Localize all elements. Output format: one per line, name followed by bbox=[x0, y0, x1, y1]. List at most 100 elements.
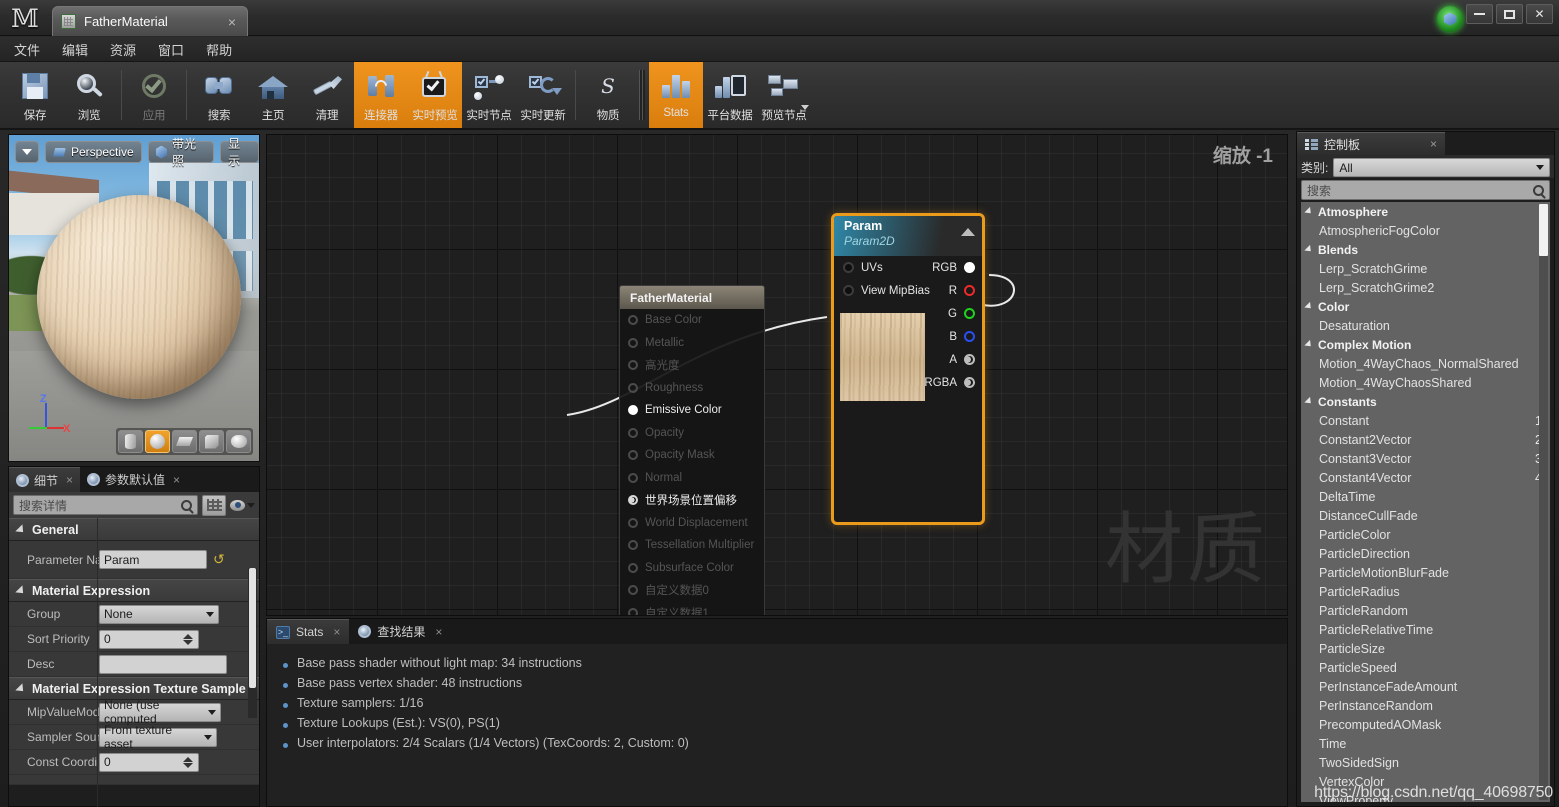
toolbar-home-button[interactable]: 主页 bbox=[246, 62, 300, 128]
close-icon[interactable]: × bbox=[333, 625, 340, 639]
shape-teapot-button[interactable] bbox=[226, 430, 251, 453]
tab-close-icon[interactable]: × bbox=[225, 14, 239, 30]
palette-item[interactable]: ParticleDirection bbox=[1301, 544, 1550, 563]
menu-item-file[interactable]: 文件 bbox=[14, 40, 40, 59]
tab-palette[interactable]: 控制板 × bbox=[1297, 132, 1445, 155]
toolbar-substance-button[interactable]: S 物质 bbox=[581, 62, 635, 128]
palette-item[interactable]: TwoSidedSign bbox=[1301, 753, 1550, 772]
constcoordinate-input[interactable]: 0 bbox=[99, 753, 199, 772]
toolbar-search-button[interactable]: 搜索 bbox=[192, 62, 246, 128]
palette-item[interactable]: ParticleRadius bbox=[1301, 582, 1550, 601]
pin-world-displacement[interactable]: World Displacement bbox=[620, 512, 764, 535]
parameter-name-input[interactable]: Param bbox=[99, 550, 207, 569]
toolbar-live-update-button[interactable]: 实时更新 bbox=[516, 62, 570, 128]
preview-mesh-sphere[interactable] bbox=[37, 195, 241, 399]
pin-base-color[interactable]: Base Color bbox=[620, 309, 764, 332]
palette-search-input[interactable]: 搜索 bbox=[1301, 180, 1550, 200]
palette-item[interactable]: Time bbox=[1301, 734, 1550, 753]
details-grid-view-button[interactable] bbox=[202, 495, 226, 516]
section-header-general[interactable]: General bbox=[9, 518, 259, 541]
asset-tab-fathermaterial[interactable]: FatherMaterial × bbox=[52, 6, 248, 36]
viewport-perspective-button[interactable]: Perspective bbox=[45, 141, 142, 163]
close-icon[interactable]: × bbox=[435, 625, 442, 639]
tab-parameter-defaults[interactable]: 参数默认值 × bbox=[80, 467, 187, 492]
menu-item-help[interactable]: 帮助 bbox=[206, 40, 232, 59]
palette-group-color[interactable]: Color bbox=[1301, 297, 1550, 316]
toolbar-browse-button[interactable]: 浏览 bbox=[62, 62, 116, 128]
palette-item[interactable]: DeltaTime bbox=[1301, 487, 1550, 506]
pin-emissive-color[interactable]: Emissive Color bbox=[620, 399, 764, 422]
palette-list[interactable]: Atmosphere AtmosphericFogColor Blends Le… bbox=[1301, 202, 1550, 802]
palette-item[interactable]: Motion_4WayChaos_NormalShared bbox=[1301, 354, 1550, 373]
palette-item[interactable]: ParticleSpeed bbox=[1301, 658, 1550, 677]
minimize-button[interactable] bbox=[1466, 4, 1493, 24]
palette-item[interactable]: PrecomputedAOMask bbox=[1301, 715, 1550, 734]
maximize-button[interactable] bbox=[1496, 4, 1523, 24]
palette-item[interactable]: Lerp_ScratchGrime bbox=[1301, 259, 1550, 278]
palette-item[interactable]: Constant4Vector4 bbox=[1301, 468, 1550, 487]
pin-dot[interactable] bbox=[843, 262, 854, 273]
pin-roughness[interactable]: Roughness bbox=[620, 377, 764, 400]
pin-metallic[interactable]: Metallic bbox=[620, 332, 764, 355]
palette-item[interactable]: Constant1 bbox=[1301, 411, 1550, 430]
palette-group-blends[interactable]: Blends bbox=[1301, 240, 1550, 259]
close-icon[interactable]: × bbox=[1430, 137, 1437, 151]
tab-find-results[interactable]: 查找结果 × bbox=[349, 619, 451, 644]
revert-icon[interactable]: ↺ bbox=[213, 551, 225, 568]
palette-item[interactable]: AtmosphericFogColor bbox=[1301, 221, 1550, 240]
palette-item[interactable]: ParticleSize bbox=[1301, 639, 1550, 658]
shape-cylinder-button[interactable] bbox=[118, 430, 143, 453]
palette-group-constants[interactable]: Constants bbox=[1301, 392, 1550, 411]
group-dropdown[interactable]: None bbox=[99, 605, 219, 624]
mipvaluemode-dropdown[interactable]: None (use computed bbox=[99, 703, 221, 722]
palette-item[interactable]: Motion_4WayChaosShared bbox=[1301, 373, 1550, 392]
pin-dot[interactable] bbox=[843, 285, 854, 296]
material-preview-viewport[interactable]: Perspective 带光照 显示 Z X bbox=[8, 134, 260, 462]
palette-item[interactable]: PerInstanceFadeAmount bbox=[1301, 677, 1550, 696]
viewport-show-button[interactable]: 显示 bbox=[220, 141, 259, 163]
palette-item[interactable]: ParticleRelativeTime bbox=[1301, 620, 1550, 639]
node-param-texture-sample[interactable]: Param Param2D UVs RGB View MipBias R G bbox=[831, 213, 985, 525]
pin-custom-data-0[interactable]: 自定义数据0 bbox=[620, 579, 764, 602]
pin-custom-data-1[interactable]: 自定义数据1 bbox=[620, 602, 764, 617]
chevron-down-icon[interactable] bbox=[801, 105, 809, 110]
tab-details[interactable]: 细节 × bbox=[9, 467, 80, 492]
menu-item-assets[interactable]: 资源 bbox=[110, 40, 136, 59]
pin-normal[interactable]: Normal bbox=[620, 467, 764, 490]
close-icon[interactable]: × bbox=[66, 473, 73, 487]
pin-dot-g[interactable] bbox=[964, 308, 975, 319]
menu-item-edit[interactable]: 编辑 bbox=[62, 40, 88, 59]
pin-tessellation-multiplier[interactable]: Tessellation Multiplier bbox=[620, 534, 764, 557]
shape-cube-button[interactable] bbox=[199, 430, 224, 453]
palette-scrollbar[interactable] bbox=[1539, 204, 1548, 800]
pin-opacity[interactable]: Opacity bbox=[620, 422, 764, 445]
palette-item[interactable]: ParticleColor bbox=[1301, 525, 1550, 544]
toolbar-drag-grip[interactable] bbox=[639, 70, 645, 120]
spinner-icon[interactable] bbox=[183, 634, 194, 645]
palette-item[interactable]: Constant3Vector3 bbox=[1301, 449, 1550, 468]
details-visibility-button[interactable] bbox=[230, 500, 255, 511]
viewport-lit-button[interactable]: 带光照 bbox=[148, 141, 214, 163]
pin-dot-rgba[interactable] bbox=[964, 377, 975, 388]
toolbar-clean-button[interactable]: 清理 bbox=[300, 62, 354, 128]
collapse-up-icon[interactable] bbox=[961, 228, 975, 236]
palette-group-atmosphere[interactable]: Atmosphere bbox=[1301, 202, 1550, 221]
pin-dot-b[interactable] bbox=[964, 331, 975, 342]
details-search-input[interactable]: 搜索详情 bbox=[13, 495, 198, 515]
pin-dot-r[interactable] bbox=[964, 285, 975, 296]
palette-item[interactable]: Desaturation bbox=[1301, 316, 1550, 335]
toolbar-stats-button[interactable]: Stats bbox=[649, 62, 703, 128]
toolbar-connector-button[interactable]: 连接器 bbox=[354, 62, 408, 128]
palette-item[interactable]: PerInstanceRandom bbox=[1301, 696, 1550, 715]
spinner-icon[interactable] bbox=[183, 757, 194, 768]
details-scrollbar[interactable] bbox=[248, 568, 257, 718]
toolbar-preview-nodes-button[interactable]: 预览节点 bbox=[757, 62, 811, 128]
shape-sphere-button[interactable] bbox=[145, 430, 170, 453]
palette-item[interactable]: ParticleRandom bbox=[1301, 601, 1550, 620]
desc-input[interactable] bbox=[99, 655, 227, 674]
tab-stats[interactable]: >_ Stats × bbox=[267, 619, 349, 644]
palette-category-dropdown[interactable]: All bbox=[1333, 158, 1550, 177]
viewport-options-dropdown[interactable] bbox=[15, 141, 39, 163]
toolbar-live-preview-button[interactable]: 实时预览 bbox=[408, 62, 462, 128]
palette-item[interactable]: Constant2Vector2 bbox=[1301, 430, 1550, 449]
